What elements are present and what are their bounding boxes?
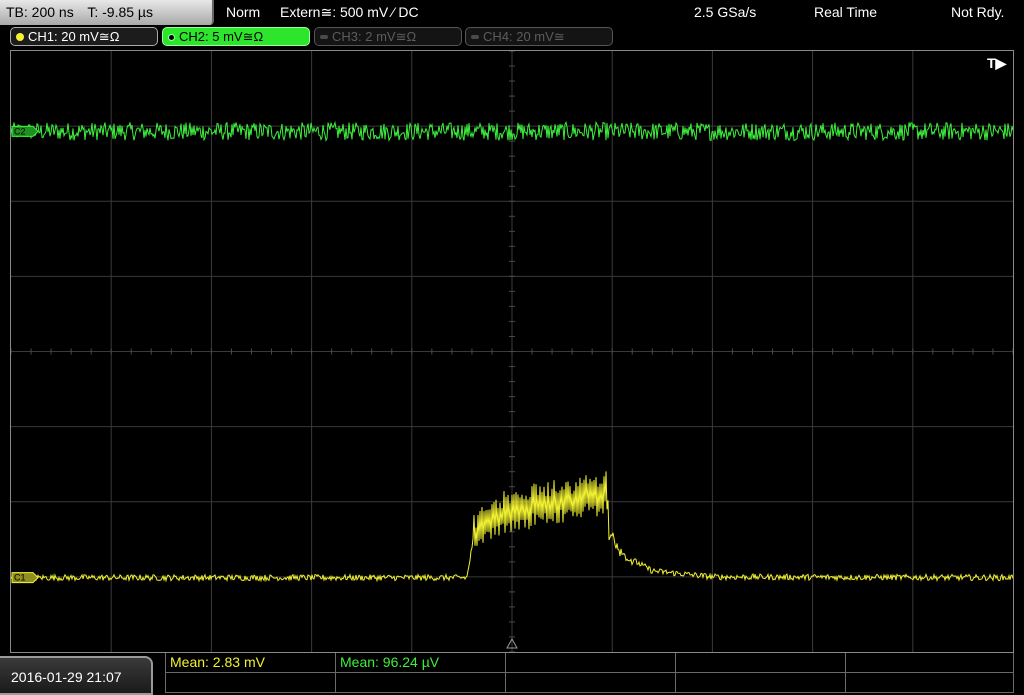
measurement-10-cell[interactable]	[846, 673, 1014, 693]
channel-3-tab[interactable]: CH3: 2 mV≅Ω	[314, 27, 462, 46]
measurement-8-cell[interactable]	[506, 673, 676, 693]
measurement-2-label: Mean: 96.24 µV	[340, 654, 440, 670]
measurement-7-cell[interactable]	[336, 673, 506, 693]
trigger-mode-label[interactable]: Norm	[226, 0, 260, 24]
measurement-1-cell[interactable]: Mean: 2.83 mV	[165, 653, 336, 673]
datetime-label: 2016-01-29 21:07	[11, 669, 122, 685]
trigger-marker: T▶	[987, 55, 1008, 71]
measurement-5-cell[interactable]	[846, 653, 1014, 673]
measurement-9-cell[interactable]	[676, 673, 846, 693]
status-label: Not Rdy.	[951, 4, 1005, 20]
status-bar: TB: 200 ns T: -9.85 µs Norm Extern≅: 500…	[0, 0, 1024, 25]
channel-4-label: CH4: 20 mV≅	[483, 29, 565, 44]
measurement-3-cell[interactable]	[506, 653, 676, 673]
channel-2-indicator-icon	[168, 34, 175, 41]
channel-2-label: CH2: 5 mV≅Ω	[179, 29, 264, 44]
measurement-table: Mean: 2.83 mV Mean: 96.24 µV	[165, 653, 1014, 693]
waveform-canvas: T▶ C2 C1	[11, 51, 1013, 652]
channel-3-label: CH3: 2 mV≅Ω	[332, 29, 417, 44]
waveform-display[interactable]: T▶ C2 C1	[10, 50, 1014, 653]
sample-rate-label: 2.5 GSa/s	[694, 4, 757, 20]
channel-2-tab[interactable]: CH2: 5 mV≅Ω	[162, 27, 310, 46]
ch1-reference-marker[interactable]: C1	[11, 572, 39, 584]
channel-1-tab[interactable]: CH1: 20 mV≅Ω	[10, 27, 158, 46]
channel-4-tab[interactable]: CH4: 20 mV≅	[465, 27, 613, 46]
trigger-time-label: T: -9.85 µs	[87, 4, 153, 20]
channel-1-indicator-icon	[16, 33, 24, 41]
measurement-4-cell[interactable]	[676, 653, 846, 673]
channel-3-indicator-icon	[320, 35, 328, 39]
ch2-marker-label: C2	[14, 126, 26, 136]
channel-bar: CH1: 20 mV≅Ω CH2: 5 mV≅Ω CH3: 2 mV≅Ω CH4…	[0, 26, 1024, 48]
ch2-reference-marker[interactable]: C2	[11, 125, 39, 137]
channel-4-indicator-icon	[471, 35, 479, 39]
datetime-box: 2016-01-29 21:07	[0, 656, 153, 695]
measurement-2-cell[interactable]: Mean: 96.24 µV	[336, 653, 506, 673]
timebase-label: TB: 200 ns	[6, 4, 74, 20]
measurement-1-label: Mean: 2.83 mV	[170, 654, 265, 670]
measurement-6-cell[interactable]	[165, 673, 336, 693]
acquisition-mode-label: Real Time	[814, 4, 878, 20]
trigger-source-label[interactable]: Extern≅: 500 mV ⁄ DC	[280, 0, 419, 24]
ch1-marker-label: C1	[14, 573, 26, 583]
timebase-box[interactable]: TB: 200 ns T: -9.85 µs	[0, 0, 214, 25]
channel-1-label: CH1: 20 mV≅Ω	[28, 29, 120, 44]
